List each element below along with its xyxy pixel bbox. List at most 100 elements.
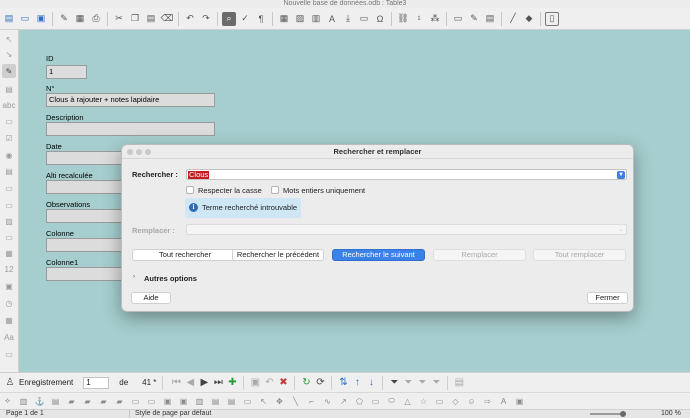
image-button-icon[interactable]: ▨ — [2, 214, 16, 228]
send-background-icon[interactable]: ▭ — [146, 396, 157, 407]
numeric-field-icon[interactable]: 12 — [2, 262, 16, 276]
connector-icon[interactable]: ⌐ — [306, 396, 317, 407]
find-previous-button[interactable]: Rechercher le précédent — [232, 249, 324, 261]
bring-front-icon[interactable]: ▰ — [66, 396, 77, 407]
insert-table-icon[interactable]: ▦ — [277, 12, 291, 26]
footnote-icon[interactable]: ¹ — [412, 12, 426, 26]
group-box-icon[interactable]: ▭ — [2, 347, 16, 361]
form-design-icon[interactable]: ▥ — [194, 396, 205, 407]
chevron-down-icon[interactable]: ▼ — [617, 171, 625, 179]
sort-ascending-icon[interactable]: ↑ — [350, 376, 364, 390]
previous-record-icon[interactable]: ◀ — [183, 376, 197, 390]
replace-all-button[interactable]: Tout remplacer — [533, 249, 626, 261]
bring-foreground-icon[interactable]: ▭ — [130, 396, 141, 407]
help-button[interactable]: Aide — [131, 292, 171, 304]
edit-file-icon[interactable]: ✎ — [57, 12, 71, 26]
open-folder-icon[interactable]: ▭ — [18, 12, 32, 26]
insert-field-icon[interactable]: ▭ — [357, 12, 371, 26]
date-field-icon[interactable]: ▦ — [2, 246, 16, 260]
tab-order-icon[interactable]: ▤ — [210, 396, 221, 407]
search-combobox[interactable]: Clous ▼ — [186, 169, 627, 180]
chevron-right-icon[interactable]: › — [133, 274, 135, 280]
record-number-input[interactable]: 1 — [83, 376, 110, 389]
send-back-icon[interactable]: ▰ — [114, 396, 125, 407]
polygon-icon[interactable]: ⬠ — [354, 396, 365, 407]
save-record-icon[interactable]: ▣ — [248, 376, 262, 390]
line-icon[interactable]: ╱ — [506, 12, 520, 26]
chevron-down-icon[interactable]: ⌄ — [617, 226, 625, 234]
ellipse-icon[interactable]: ⬭ — [386, 396, 397, 407]
last-record-icon[interactable]: ⏭ — [211, 376, 225, 390]
time-field-icon[interactable]: ◷ — [2, 296, 16, 310]
whole-words-checkbox[interactable] — [271, 186, 279, 194]
select-icon[interactable]: ↖ — [2, 32, 16, 46]
insert-chart-icon[interactable]: ▥ — [309, 12, 323, 26]
export-pdf-icon[interactable]: ▦ — [73, 12, 87, 26]
find-all-button[interactable]: Tout rechercher — [132, 249, 238, 261]
checkbox-control-icon[interactable]: ☑ — [2, 131, 16, 145]
print-icon[interactable]: ⎙ — [89, 12, 103, 26]
undo-icon[interactable]: ↶ — [183, 12, 197, 26]
match-case-checkbox[interactable] — [186, 186, 194, 194]
other-options-expander[interactable]: Autres options — [144, 274, 197, 283]
refresh-control-icon[interactable]: ⟳ — [313, 376, 327, 390]
refresh-icon[interactable]: ↻ — [299, 376, 313, 390]
track-changes-icon[interactable]: ✎ — [467, 12, 481, 26]
header-footer-icon[interactable]: ▤ — [483, 12, 497, 26]
group-icon[interactable]: ▣ — [162, 396, 173, 407]
combo-box-icon[interactable]: ▭ — [2, 181, 16, 195]
replace-button[interactable]: Remplacer — [433, 249, 526, 261]
folder-icon[interactable]: ▭ — [242, 396, 253, 407]
backward-one-icon[interactable]: ▰ — [98, 396, 109, 407]
reset-filter-icon[interactable]: ⏷ — [429, 376, 443, 390]
push-button-icon[interactable]: ▭ — [2, 198, 16, 212]
font-work-icon[interactable]: Aa — [2, 330, 16, 344]
field-numero[interactable]: Clous à rajouter + notes lapidaire — [46, 93, 215, 107]
triangle-icon[interactable]: △ — [402, 396, 413, 407]
hyperlink-icon[interactable]: ⛓ — [396, 12, 410, 26]
rectangle-icon[interactable]: ▭ — [370, 396, 381, 407]
field-description[interactable] — [46, 122, 215, 136]
replace-combobox[interactable]: ⌄ — [186, 224, 627, 235]
extrusion-icon[interactable]: ▣ — [514, 396, 525, 407]
copy-icon[interactable]: ❐ — [128, 12, 142, 26]
clone-formatting-icon[interactable]: ⌫ — [160, 12, 174, 26]
insert-image-icon[interactable]: ▨ — [293, 12, 307, 26]
comment-icon[interactable]: ▭ — [451, 12, 465, 26]
special-character-icon[interactable]: Ω — [373, 12, 387, 26]
design-mode-pencil-icon[interactable]: ✎ — [2, 64, 16, 78]
pointer-icon[interactable]: ↘ — [2, 47, 16, 61]
star-icon[interactable]: ☆ — [418, 396, 429, 407]
new-record-icon[interactable]: ✚ — [225, 376, 239, 390]
table-control-icon[interactable]: ▦ — [2, 313, 16, 327]
text-box-control-icon[interactable]: ▭ — [2, 114, 16, 128]
redo-icon[interactable]: ↷ — [199, 12, 213, 26]
symbol-icon[interactable]: ☺ — [466, 396, 477, 407]
align-objects-icon[interactable]: ▥ — [18, 396, 29, 407]
standard-filter-icon[interactable]: ⏷ — [415, 376, 429, 390]
label-field-icon[interactable]: abc — [2, 98, 16, 112]
currency-field-icon[interactable]: ▣ — [2, 279, 16, 293]
next-record-icon[interactable]: ▶ — [197, 376, 211, 390]
move-icon[interactable]: ✥ — [274, 396, 285, 407]
wrap-icon[interactable]: ▤ — [50, 396, 61, 407]
close-button[interactable]: Fermer — [587, 292, 628, 304]
find-replace-icon[interactable]: ⌕ — [222, 11, 236, 26]
line-tool-icon[interactable]: ╲ — [290, 396, 301, 407]
data-source-icon[interactable]: ▤ — [452, 376, 466, 390]
block-arrow-icon[interactable]: ⇨ — [482, 396, 493, 407]
sort-icon[interactable]: ⇅ — [336, 376, 350, 390]
list-box-icon[interactable]: ▤ — [2, 164, 16, 178]
text-box-icon[interactable]: A — [325, 12, 339, 26]
arrow-icon[interactable]: ↗ — [338, 396, 349, 407]
formatted-field-icon[interactable]: ▭ — [2, 230, 16, 244]
paste-icon[interactable]: ▤ — [144, 12, 158, 26]
spelling-icon[interactable]: ✓ — [238, 12, 252, 26]
add-field-icon[interactable]: ▤ — [226, 396, 237, 407]
form-navigator-icon[interactable]: ♙ — [3, 376, 17, 390]
first-record-icon[interactable]: ⏮ — [169, 376, 183, 390]
cut-icon[interactable]: ✂ — [112, 12, 126, 26]
curve-icon[interactable]: ∿ — [322, 396, 333, 407]
fontwork-icon[interactable]: A — [498, 396, 509, 407]
anchor-icon[interactable]: ⚓ — [34, 396, 45, 407]
